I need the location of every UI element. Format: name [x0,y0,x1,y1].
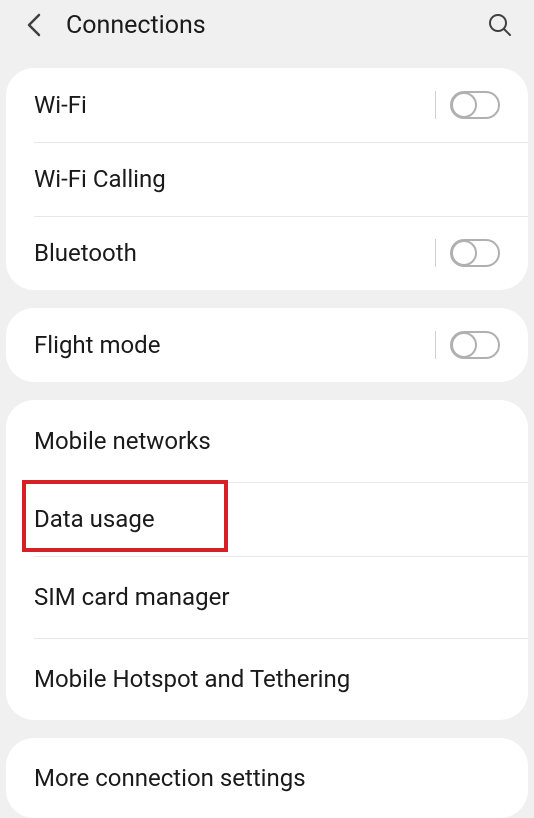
separator [435,239,436,267]
toggle-wrap [435,331,500,359]
group-flight: Flight mode [6,308,528,382]
row-mobile-networks[interactable]: Mobile networks [6,400,528,482]
row-more-connection[interactable]: More connection settings [6,738,528,818]
chevron-left-icon [25,11,43,39]
row-data-usage[interactable]: Data usage [6,482,528,556]
group-connections: Wi-Fi Wi-Fi Calling Bluetooth [6,68,528,290]
label-wifi: Wi-Fi [34,91,435,119]
toggle-bluetooth[interactable] [450,239,500,267]
group-mobile: Mobile networks Data usage SIM card mana… [6,400,528,720]
label-hotspot: Mobile Hotspot and Tethering [34,665,500,693]
label-data-usage: Data usage [34,505,500,533]
label-mobile-networks: Mobile networks [34,427,500,455]
search-icon [487,12,513,38]
group-more: More connection settings [6,738,528,818]
toggle-wrap [435,91,500,119]
toggle-knob [451,332,477,358]
label-sim-manager: SIM card manager [34,583,500,611]
toggle-wifi[interactable] [450,91,500,119]
separator [435,331,436,359]
toggle-wrap [435,239,500,267]
header: Connections [0,0,534,50]
row-bluetooth[interactable]: Bluetooth [6,216,528,290]
search-button[interactable] [486,11,514,39]
label-flight-mode: Flight mode [34,331,435,359]
row-flight-mode[interactable]: Flight mode [6,308,528,382]
row-sim-manager[interactable]: SIM card manager [6,556,528,638]
label-wifi-calling: Wi-Fi Calling [34,165,500,193]
toggle-knob [451,92,477,118]
back-button[interactable] [20,11,48,39]
label-more-connection: More connection settings [34,764,500,792]
row-wifi-calling[interactable]: Wi-Fi Calling [6,142,528,216]
row-wifi[interactable]: Wi-Fi [6,68,528,142]
page-title: Connections [66,11,486,40]
toggle-knob [451,240,477,266]
row-hotspot[interactable]: Mobile Hotspot and Tethering [6,638,528,720]
toggle-flight-mode[interactable] [450,331,500,359]
separator [435,91,436,119]
label-bluetooth: Bluetooth [34,239,435,267]
